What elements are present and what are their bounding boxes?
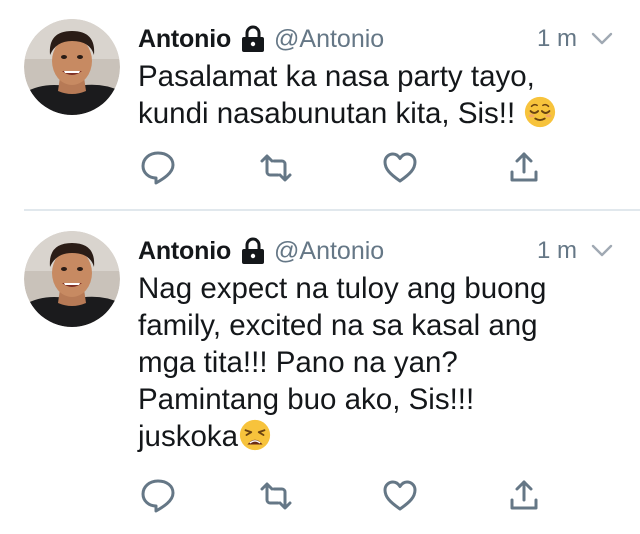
tweet[interactable]: Antonio @Antonio 1 m Pasalamat ka nasa p… — [0, 0, 640, 210]
tweet-header: Antonio @Antonio 1 m — [138, 234, 614, 268]
heart-icon[interactable] — [380, 476, 420, 516]
reply-icon[interactable] — [138, 148, 178, 188]
author-handle[interactable]: @Antonio — [274, 25, 384, 54]
chevron-down-icon[interactable] — [590, 30, 614, 48]
tweet-text: Nag expect na tuloy ang buong family, ex… — [138, 270, 608, 461]
tweet-text-line: Pamintang buo ako, Sis!!! — [138, 383, 475, 416]
author-name[interactable]: Antonio — [138, 25, 231, 54]
reply-icon[interactable] — [138, 476, 178, 516]
tweet-text-line: Nag expect na tuloy ang buong — [138, 272, 547, 305]
tweet-header: Antonio @Antonio 1 m — [138, 22, 614, 56]
share-icon[interactable] — [504, 476, 544, 516]
tweet-text-line: juskoka — [138, 420, 239, 453]
avatar[interactable] — [24, 19, 120, 115]
relieved-face-icon — [523, 95, 557, 138]
lock-icon — [241, 237, 265, 265]
tweet-text-line-last: juskoka — [138, 418, 608, 461]
divider — [24, 209, 640, 211]
author-name[interactable]: Antonio — [138, 237, 231, 266]
timestamp[interactable]: 1 m — [537, 237, 577, 265]
retweet-icon[interactable] — [256, 476, 296, 516]
weary-face-icon — [238, 418, 272, 461]
chevron-down-icon[interactable] — [590, 242, 614, 260]
tweet-text-line: mga tita!!! Pano na yan? — [138, 346, 458, 379]
avatar[interactable] — [24, 231, 120, 327]
heart-icon[interactable] — [380, 148, 420, 188]
tweet[interactable]: Antonio @Antonio 1 m Nag expect na tuloy… — [0, 212, 640, 534]
tweet-text-line: family, excited na sa kasal ang — [138, 309, 538, 342]
tweet-text: Pasalamat ka nasa party tayo, kundi nasa… — [138, 58, 608, 138]
author-handle[interactable]: @Antonio — [274, 237, 384, 266]
tweet-actions — [138, 476, 558, 516]
retweet-icon[interactable] — [256, 148, 296, 188]
share-icon[interactable] — [504, 148, 544, 188]
timestamp[interactable]: 1 m — [537, 25, 577, 53]
lock-icon — [241, 25, 265, 53]
tweet-actions — [138, 148, 558, 188]
tweet-text-body: Pasalamat ka nasa party tayo, kundi nasa… — [138, 60, 535, 130]
